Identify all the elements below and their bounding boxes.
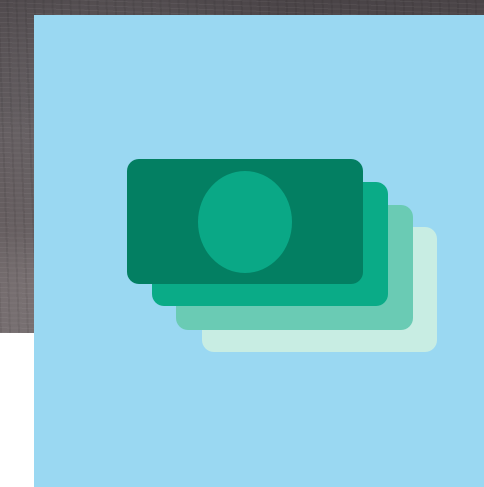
illustration-card <box>34 15 484 487</box>
bill-emblem-oval <box>198 171 292 273</box>
money-stack-illustration <box>34 15 484 487</box>
